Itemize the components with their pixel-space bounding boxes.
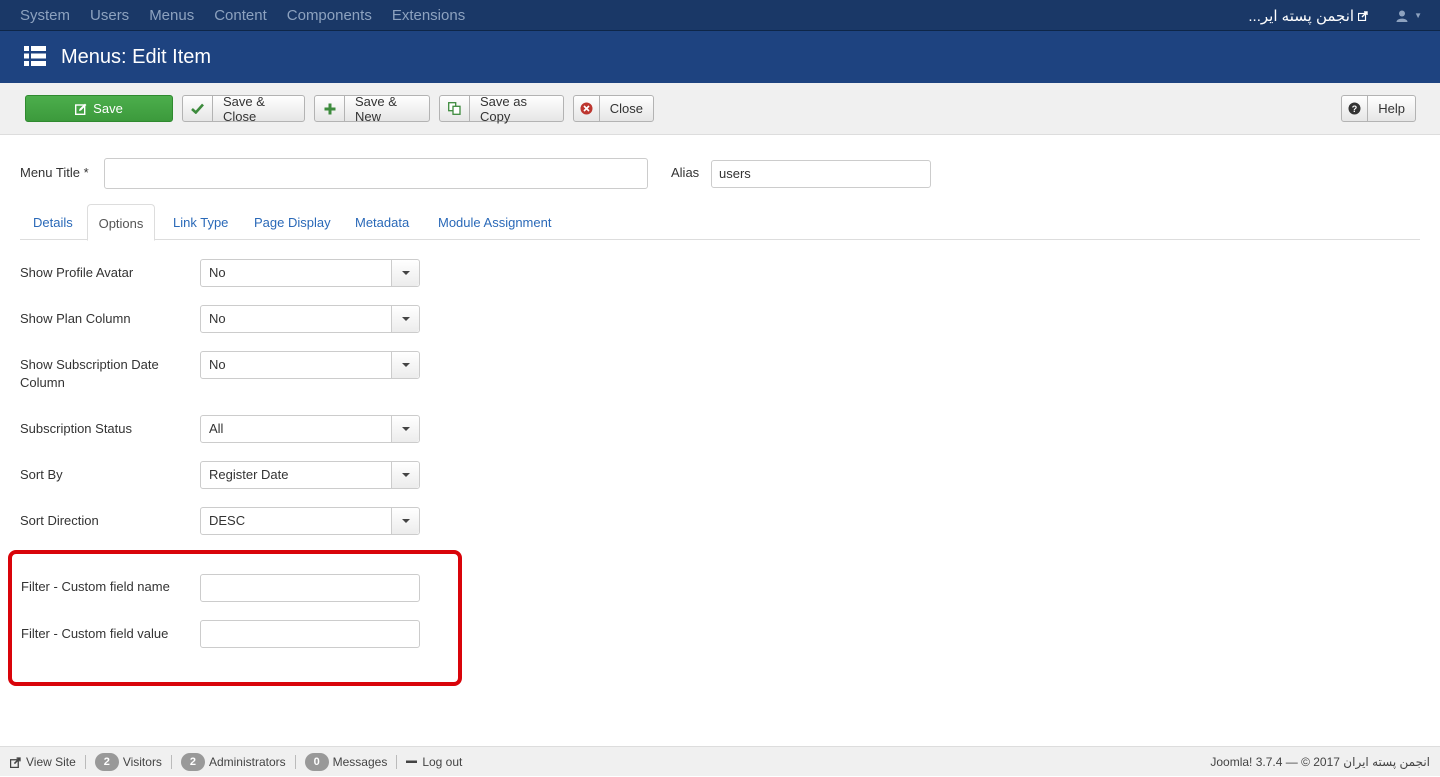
tab-metadata[interactable]: Metadata bbox=[355, 204, 409, 240]
visitors-item[interactable]: 2 Visitors bbox=[86, 753, 172, 771]
tab-link-type[interactable]: Link Type bbox=[173, 204, 228, 240]
show-profile-avatar-label: Show Profile Avatar bbox=[20, 265, 134, 280]
page-header: Menus: Edit Item bbox=[0, 31, 1440, 83]
menu-menus[interactable]: Menus bbox=[139, 0, 204, 31]
chevron-down-icon bbox=[391, 352, 419, 378]
menu-extensions[interactable]: Extensions bbox=[382, 0, 475, 31]
sort-direction-label: Sort Direction bbox=[20, 513, 99, 528]
tab-module-assignment[interactable]: Module Assignment bbox=[438, 204, 551, 240]
close-icon bbox=[574, 96, 600, 121]
external-link-icon bbox=[1358, 10, 1368, 21]
tab-options[interactable]: Options bbox=[87, 204, 155, 241]
user-menu[interactable]: ▼ bbox=[1396, 10, 1422, 22]
plus-icon bbox=[315, 96, 345, 121]
show-profile-avatar-select[interactable]: No bbox=[200, 259, 420, 287]
chevron-down-icon bbox=[391, 462, 419, 488]
sort-by-select[interactable]: Register Date bbox=[200, 461, 420, 489]
close-label: Close bbox=[609, 101, 643, 116]
help-label: Help bbox=[1378, 101, 1405, 116]
alias-label: Alias bbox=[671, 165, 700, 180]
view-site-label: View Site bbox=[26, 755, 76, 769]
subscription-status-select[interactable]: All bbox=[200, 415, 420, 443]
top-right: انجمن پسته ایر... ▼ bbox=[1248, 0, 1422, 31]
save-label: Save bbox=[93, 101, 123, 116]
visitors-label: Visitors bbox=[122, 755, 162, 769]
status-bar: View Site 2 Visitors 2 Administrators 0 … bbox=[0, 746, 1440, 776]
sort-direction-select[interactable]: DESC bbox=[200, 507, 420, 535]
messages-item[interactable]: 0 Messages bbox=[296, 753, 398, 771]
save-copy-label: Save as Copy bbox=[480, 93, 527, 124]
view-site-link[interactable]: View Site bbox=[10, 755, 86, 769]
filter-field-value-input[interactable] bbox=[200, 620, 420, 648]
chevron-down-icon bbox=[391, 260, 419, 286]
select-value: No bbox=[209, 357, 226, 372]
filter-field-value-label: Filter - Custom field value bbox=[21, 626, 169, 641]
toolbar: Save Save & Close Save & New Save as Cop… bbox=[0, 83, 1440, 135]
menu-components[interactable]: Components bbox=[277, 0, 382, 31]
sort-by-label: Sort By bbox=[20, 467, 63, 482]
external-link-icon bbox=[10, 756, 21, 768]
select-value: DESC bbox=[209, 513, 246, 528]
show-subscription-date-label: Show Subscription Date Column bbox=[20, 357, 159, 390]
administrators-label: Administrators bbox=[208, 755, 286, 769]
save-close-label: Save & Close bbox=[223, 93, 265, 124]
chevron-down-icon bbox=[391, 508, 419, 534]
page-title: Menus: Edit Item bbox=[61, 46, 212, 68]
chevron-down-icon: ▼ bbox=[1414, 11, 1422, 20]
messages-label: Messages bbox=[332, 755, 388, 769]
select-value: Register Date bbox=[209, 467, 289, 482]
chevron-down-icon bbox=[391, 306, 419, 332]
close-button[interactable]: Close bbox=[573, 95, 654, 122]
administrators-item[interactable]: 2 Administrators bbox=[172, 753, 296, 771]
highlight-box bbox=[8, 550, 462, 686]
tab-details[interactable]: Details bbox=[33, 204, 73, 240]
subscription-status-label: Subscription Status bbox=[20, 421, 133, 436]
logout-link[interactable]: Log out bbox=[397, 755, 471, 769]
minus-icon bbox=[406, 760, 418, 763]
tab-bar: Details Options Link Type Page Display M… bbox=[20, 204, 1420, 241]
select-value: No bbox=[209, 265, 226, 280]
show-plan-column-select[interactable]: No bbox=[200, 305, 420, 333]
top-menu: System Users Menus Content Components Ex… bbox=[10, 0, 475, 31]
save-new-label: Save & New bbox=[355, 93, 397, 124]
select-value: All bbox=[209, 421, 224, 436]
alias-input[interactable]: users bbox=[711, 160, 931, 188]
list-icon bbox=[24, 46, 46, 66]
menu-system[interactable]: System bbox=[10, 0, 80, 31]
svg-text:?: ? bbox=[1352, 104, 1358, 114]
copy-icon bbox=[440, 96, 470, 121]
status-left: View Site 2 Visitors 2 Administrators 0 … bbox=[10, 747, 471, 777]
save-copy-button[interactable]: Save as Copy bbox=[439, 93, 564, 124]
visitors-badge: 2 bbox=[94, 753, 119, 771]
help-icon: ? bbox=[1342, 96, 1369, 121]
menu-title-input[interactable] bbox=[104, 158, 648, 189]
menu-content[interactable]: Content bbox=[204, 0, 277, 31]
save-new-button[interactable]: Save & New bbox=[314, 93, 430, 124]
tab-page-display[interactable]: Page Display bbox=[254, 204, 331, 240]
show-subscription-date-select[interactable]: No bbox=[200, 351, 420, 379]
show-plan-column-label: Show Plan Column bbox=[20, 311, 131, 326]
top-navbar: System Users Menus Content Components Ex… bbox=[0, 0, 1440, 31]
chevron-down-icon bbox=[391, 416, 419, 442]
site-name: انجمن پسته ایر... bbox=[1248, 7, 1355, 25]
administrators-badge: 2 bbox=[180, 753, 205, 771]
logout-label: Log out bbox=[422, 755, 463, 769]
messages-badge: 0 bbox=[304, 753, 329, 771]
menu-users[interactable]: Users bbox=[80, 0, 139, 31]
filter-field-name-label: Filter - Custom field name bbox=[21, 579, 170, 594]
copyright: Joomla! 3.7.4 — © 2017 انجمن پسته ایران bbox=[1210, 755, 1430, 769]
site-link[interactable]: انجمن پسته ایر... bbox=[1248, 7, 1370, 25]
menu-title-label: Menu Title * bbox=[20, 165, 89, 180]
save-close-button[interactable]: Save & Close bbox=[182, 93, 305, 124]
save-button[interactable]: Save bbox=[25, 95, 173, 122]
edit-icon bbox=[75, 103, 87, 115]
filter-field-name-input[interactable] bbox=[200, 574, 420, 602]
help-button[interactable]: ? Help bbox=[1341, 95, 1416, 122]
select-value: No bbox=[209, 311, 226, 326]
user-icon bbox=[1396, 10, 1408, 22]
check-icon bbox=[183, 96, 213, 121]
